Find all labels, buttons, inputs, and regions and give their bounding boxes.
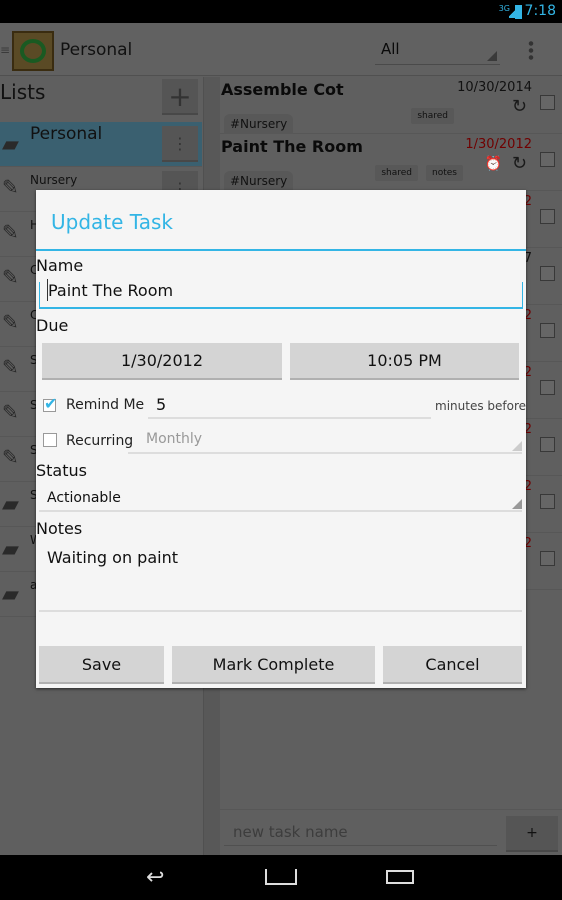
dialog-title: Update Task [51, 210, 173, 234]
save-button[interactable]: Save [39, 646, 164, 684]
task-checkbox[interactable] [540, 494, 555, 509]
task-checkbox[interactable] [540, 380, 555, 395]
app-logo-icon[interactable] [12, 31, 54, 71]
action-bar: ≡ Personal All [0, 23, 562, 76]
back-icon[interactable]: ↩ [146, 865, 164, 890]
sidebar-item-label: Nursery [30, 173, 78, 187]
task-checkbox[interactable] [540, 323, 555, 338]
task-title: Assemble Cot [221, 80, 344, 99]
dropdown-arrow-icon [512, 441, 522, 451]
add-list-button[interactable]: + [162, 79, 198, 115]
status-spinner[interactable]: Actionable [39, 482, 522, 512]
recurring-label: Recurring [66, 433, 134, 449]
folder-icon: ▰ [2, 132, 19, 157]
pencil-icon: ✎ [2, 400, 19, 424]
add-task-button[interactable]: + [506, 816, 558, 852]
mark-complete-button[interactable]: Mark Complete [172, 646, 375, 684]
filter-value: All [381, 40, 400, 58]
pencil-icon: ✎ [2, 265, 19, 289]
task-tag[interactable]: #Nursery [224, 171, 294, 191]
due-time-button[interactable]: 10:05 PM [290, 343, 519, 380]
task-title: Paint The Room [221, 137, 363, 156]
checkmark-icon: ✔ [44, 394, 58, 413]
notes-label: Notes [36, 519, 83, 538]
pencil-icon: ✎ [2, 175, 19, 199]
sidebar-item[interactable]: ▰ Personal ⋮ [0, 122, 202, 167]
recurring-icon: ↻ [511, 153, 527, 174]
task-checkbox[interactable] [540, 95, 555, 110]
folder-icon: ▰ [2, 537, 19, 562]
remind-minutes-input[interactable]: 5 [148, 393, 431, 419]
recurring-checkbox[interactable] [43, 433, 57, 447]
task-due-date: 1/30/2012 [465, 137, 532, 152]
sidebar-item-label: Personal [30, 124, 103, 144]
pencil-icon: ✎ [2, 220, 19, 244]
task-checkbox[interactable] [540, 266, 555, 281]
new-task-input[interactable]: new task name [224, 816, 497, 846]
badge-notes: notes [426, 165, 463, 181]
name-value: Paint The Room [48, 281, 174, 300]
name-label: Name [36, 256, 84, 275]
pencil-icon: ✎ [2, 310, 19, 334]
recurrence-value: Monthly [146, 431, 203, 447]
task-due-date: 10/30/2014 [457, 80, 532, 95]
new-task-bar: new task name + [220, 809, 562, 855]
badge-shared: shared [375, 165, 418, 181]
clock: 7:18 [524, 3, 556, 19]
battery-icon [515, 5, 522, 19]
due-date-button[interactable]: 1/30/2012 [42, 343, 282, 380]
task-row[interactable]: Paint The Room 1/30/2012 #Nursery shared… [220, 134, 562, 191]
recurring-icon: ↻ [511, 96, 527, 117]
recurrence-spinner[interactable]: Monthly [128, 426, 522, 454]
task-tag[interactable]: #Nursery [224, 114, 294, 134]
overflow-menu-icon[interactable] [528, 40, 534, 60]
folder-icon: ▰ [2, 492, 19, 517]
list-menu-button[interactable]: ⋮ [162, 126, 198, 162]
due-label: Due [36, 316, 69, 335]
notes-value: Waiting on paint [47, 548, 178, 567]
badge-shared: shared [411, 108, 454, 124]
pencil-icon: ✎ [2, 445, 19, 469]
task-checkbox[interactable] [540, 437, 555, 452]
navigation-bar: ↩ [0, 855, 562, 900]
pencil-icon: ✎ [2, 355, 19, 379]
task-checkbox[interactable] [540, 152, 555, 167]
status-label: Status [36, 461, 87, 480]
alarm-icon: ⏰ [484, 156, 502, 172]
title-divider [36, 249, 526, 251]
notes-input[interactable]: Waiting on paint [39, 542, 522, 612]
status-bar: 3G 7:18 [0, 0, 562, 23]
dropdown-arrow-icon [512, 499, 522, 509]
home-icon[interactable] [265, 869, 297, 885]
task-checkbox[interactable] [540, 209, 555, 224]
dropdown-arrow-icon [487, 51, 497, 61]
remind-checkbox[interactable]: ✔ [43, 394, 57, 413]
new-task-placeholder: new task name [233, 823, 348, 841]
folder-icon: ▰ [2, 582, 19, 607]
recent-apps-icon[interactable] [386, 870, 414, 884]
cancel-button[interactable]: Cancel [383, 646, 522, 684]
status-value: Actionable [47, 490, 121, 506]
list-title: Personal [60, 40, 133, 60]
drawer-icon[interactable]: ≡ [0, 43, 10, 57]
task-checkbox[interactable] [540, 551, 555, 566]
filter-spinner[interactable]: All [375, 35, 500, 65]
update-task-dialog: Update Task Name Paint The Room Due 1/30… [36, 190, 526, 688]
task-row[interactable]: Assemble Cot 10/30/2014 #Nursery shared … [220, 77, 562, 134]
minutes-before-label: minutes before [435, 399, 527, 413]
remind-label: Remind Me [66, 397, 145, 413]
name-input[interactable]: Paint The Room [39, 279, 523, 309]
remind-minutes-value: 5 [156, 395, 167, 414]
lists-heading: Lists [0, 80, 46, 104]
